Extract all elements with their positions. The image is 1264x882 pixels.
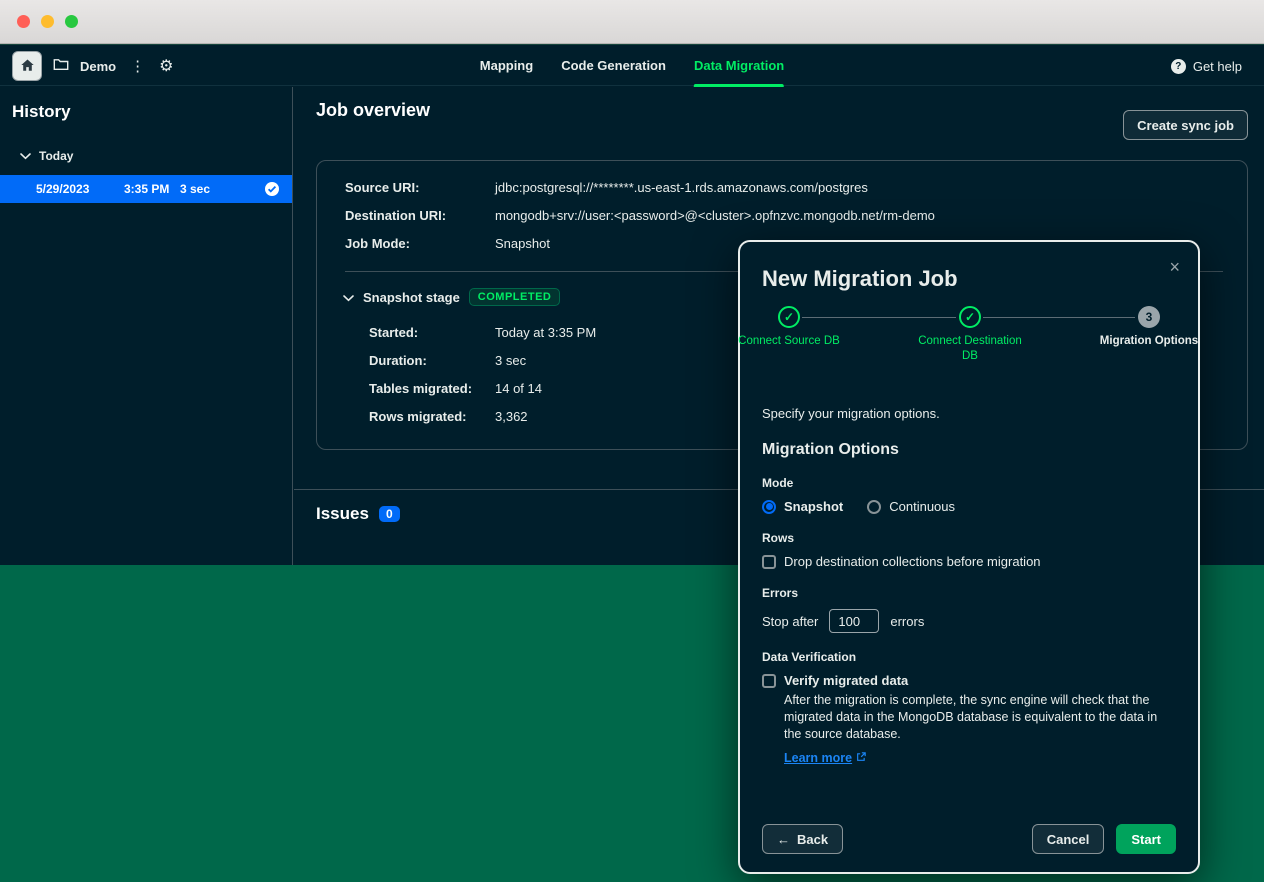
drop-collections-row: Drop destination collections before migr… bbox=[762, 554, 1176, 569]
duration-label: Duration: bbox=[369, 353, 495, 373]
drop-collections-checkbox[interactable] bbox=[762, 555, 776, 569]
macos-titlebar bbox=[0, 0, 1264, 44]
learn-more-link[interactable]: Learn more bbox=[784, 751, 866, 765]
tab-code-generation[interactable]: Code Generation bbox=[561, 45, 666, 87]
stepper: ✓ Connect Source DB ✓ Connect Destinatio… bbox=[762, 306, 1176, 382]
step-connect-source-db: ✓ Connect Source DB bbox=[734, 306, 844, 349]
destination-uri-value: mongodb+srv://user:<password>@<cluster>.… bbox=[495, 208, 935, 228]
completed-badge: COMPLETED bbox=[469, 288, 561, 306]
tables-migrated-label: Tables migrated: bbox=[369, 381, 495, 401]
completed-check-icon bbox=[264, 181, 280, 200]
issues-title: Issues bbox=[316, 504, 369, 524]
continuous-radio[interactable] bbox=[867, 500, 881, 514]
snapshot-radio[interactable] bbox=[762, 500, 776, 514]
create-sync-job-button[interactable]: Create sync job bbox=[1123, 110, 1248, 140]
modal-title: New Migration Job bbox=[762, 266, 1176, 292]
step-connect-destination-db: ✓ Connect Destination DB bbox=[915, 306, 1025, 364]
start-button[interactable]: Start bbox=[1116, 824, 1176, 854]
help-icon: ? bbox=[1171, 59, 1186, 74]
issues-section: Issues 0 bbox=[316, 504, 400, 524]
issues-count-badge: 0 bbox=[379, 506, 400, 522]
step-check-icon: ✓ bbox=[959, 306, 981, 328]
history-sidebar: History Today 5/29/2023 3:35 PM 3 sec bbox=[0, 87, 293, 565]
chevron-down-icon bbox=[343, 290, 354, 305]
main-tabs: Mapping Code Generation Data Migration bbox=[480, 45, 784, 87]
overview-row: Destination URI: mongodb+srv://user:<pas… bbox=[345, 208, 1223, 228]
settings-gear-icon[interactable]: ⚙ bbox=[159, 56, 173, 76]
step-migration-options: 3 Migration Options bbox=[1094, 306, 1204, 349]
rows-migrated-label: Rows migrated: bbox=[369, 409, 495, 429]
overview-row: Source URI: jdbc:postgresql://********.u… bbox=[345, 180, 1223, 200]
job-mode-value: Snapshot bbox=[495, 236, 550, 256]
started-value: Today at 3:35 PM bbox=[495, 325, 596, 345]
step-label: Connect Destination DB bbox=[915, 334, 1025, 364]
modal-subtitle: Specify your migration options. bbox=[762, 406, 1176, 421]
continuous-radio-label: Continuous bbox=[889, 499, 955, 514]
back-arrow-icon: ← bbox=[777, 832, 790, 847]
history-row[interactable]: 5/29/2023 3:35 PM 3 sec bbox=[0, 175, 292, 203]
rows-label: Rows bbox=[762, 531, 1176, 545]
stop-after-input[interactable] bbox=[829, 609, 879, 633]
home-icon bbox=[20, 58, 35, 75]
footer-action-buttons: Cancel Start bbox=[1032, 824, 1176, 854]
tables-migrated-value: 14 of 14 bbox=[495, 381, 542, 401]
snapshot-radio-label: Snapshot bbox=[784, 499, 843, 514]
mode-radio-group: Snapshot Continuous bbox=[762, 499, 1176, 514]
snapshot-stage-label: Snapshot stage bbox=[363, 290, 460, 305]
back-button-label: Back bbox=[797, 832, 828, 847]
get-help-label: Get help bbox=[1193, 59, 1242, 74]
errors-label: Errors bbox=[762, 586, 1176, 600]
drop-collections-label: Drop destination collections before migr… bbox=[784, 554, 1041, 569]
tab-data-migration[interactable]: Data Migration bbox=[694, 45, 784, 87]
destination-uri-label: Destination URI: bbox=[345, 208, 495, 228]
step-label: Connect Source DB bbox=[734, 334, 844, 349]
source-uri-label: Source URI: bbox=[345, 180, 495, 200]
data-verification-label: Data Verification bbox=[762, 650, 1176, 664]
source-uri-value: jdbc:postgresql://********.us-east-1.rds… bbox=[495, 180, 868, 200]
kebab-menu-icon[interactable]: ⋮ bbox=[127, 57, 148, 75]
chevron-down-icon bbox=[20, 149, 31, 163]
folder-icon bbox=[53, 58, 69, 74]
tab-mapping[interactable]: Mapping bbox=[480, 45, 533, 87]
cancel-button[interactable]: Cancel bbox=[1032, 824, 1105, 854]
close-icon[interactable]: × bbox=[1165, 254, 1184, 280]
verify-data-checkbox[interactable] bbox=[762, 674, 776, 688]
snapshot-stage-toggle[interactable]: Snapshot stage COMPLETED bbox=[343, 288, 560, 306]
history-title: History bbox=[12, 102, 292, 122]
header-left-group: Demo ⋮ ⚙ bbox=[12, 45, 173, 87]
errors-suffix-label: errors bbox=[890, 614, 924, 629]
fullscreen-window-button[interactable] bbox=[65, 15, 78, 28]
app-header: Demo ⋮ ⚙ Mapping Code Generation Data Mi… bbox=[0, 44, 1264, 86]
external-link-icon bbox=[856, 751, 866, 765]
minimize-window-button[interactable] bbox=[41, 15, 54, 28]
learn-more-label: Learn more bbox=[784, 751, 852, 765]
history-row-time: 3:35 PM bbox=[124, 182, 180, 196]
mode-label: Mode bbox=[762, 476, 1176, 490]
modal-footer: ← Back Cancel Start bbox=[762, 824, 1176, 854]
get-help-button[interactable]: ? Get help bbox=[1171, 45, 1242, 87]
step-label: Migration Options bbox=[1094, 334, 1204, 349]
duration-value: 3 sec bbox=[495, 353, 526, 373]
history-group-label: Today bbox=[39, 149, 73, 163]
verify-description: After the migration is complete, the syn… bbox=[784, 692, 1176, 743]
stop-after-label: Stop after bbox=[762, 614, 818, 629]
step-check-icon: ✓ bbox=[778, 306, 800, 328]
page-title: Job overview bbox=[316, 100, 430, 121]
started-label: Started: bbox=[369, 325, 495, 345]
new-migration-job-modal: × New Migration Job ✓ Connect Source DB … bbox=[738, 240, 1200, 874]
history-group-today[interactable]: Today bbox=[20, 149, 292, 163]
step-number: 3 bbox=[1138, 306, 1160, 328]
project-name: Demo bbox=[80, 59, 116, 74]
home-button[interactable] bbox=[12, 51, 42, 81]
rows-migrated-value: 3,362 bbox=[495, 409, 528, 429]
verify-data-label: Verify migrated data bbox=[784, 673, 908, 688]
app-window: Demo ⋮ ⚙ Mapping Code Generation Data Mi… bbox=[0, 0, 1264, 882]
history-row-date: 5/29/2023 bbox=[36, 182, 124, 196]
migration-options-heading: Migration Options bbox=[762, 441, 1176, 459]
verify-data-row: Verify migrated data bbox=[762, 673, 1176, 688]
job-mode-label: Job Mode: bbox=[345, 236, 495, 256]
close-window-button[interactable] bbox=[17, 15, 30, 28]
back-button[interactable]: ← Back bbox=[762, 824, 843, 854]
errors-row: Stop after errors bbox=[762, 609, 1176, 633]
